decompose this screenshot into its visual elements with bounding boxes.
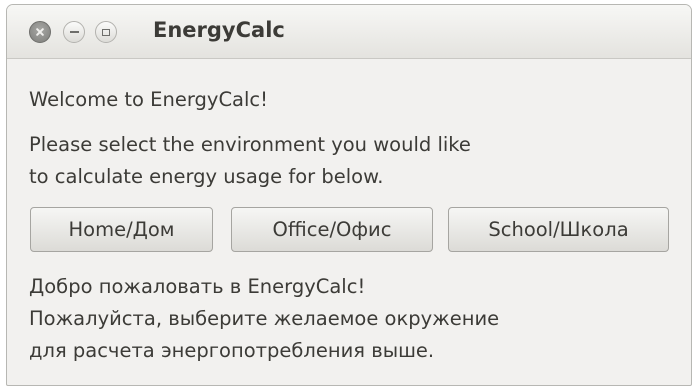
home-button[interactable]: Home/Дом: [30, 207, 213, 252]
instructions-line-1: Please select the environment you would …: [29, 133, 471, 156]
russian-text: Добро пожаловать в EnergyCalc! Пожалуйст…: [29, 271, 679, 367]
title-bar[interactable]: EnergyCalc: [7, 5, 691, 59]
school-button[interactable]: School/Школа: [448, 207, 669, 252]
office-button[interactable]: Office/Офис: [231, 207, 433, 252]
window-close-button[interactable]: [29, 21, 51, 43]
close-icon: [35, 27, 45, 37]
window-title: EnergyCalc: [153, 18, 285, 42]
window-minimize-button[interactable]: [63, 21, 85, 43]
russian-line-2: Пожалуйста, выберите желаемое окружение: [29, 307, 500, 330]
russian-line-3: для расчета энергопотребления выше.: [29, 339, 435, 362]
russian-line-1: Добро пожаловать в EnergyCalc!: [29, 275, 366, 298]
welcome-text: Welcome to EnergyCalc!: [29, 88, 268, 111]
window-maximize-button[interactable]: [95, 21, 117, 43]
app-window: EnergyCalc Welcome to EnergyCalc! Please…: [6, 4, 692, 386]
minimize-icon: [69, 31, 79, 33]
maximize-icon: [102, 28, 110, 36]
instructions-text: Please select the environment you would …: [29, 129, 669, 193]
instructions-line-2: to calculate energy usage for below.: [29, 165, 384, 188]
